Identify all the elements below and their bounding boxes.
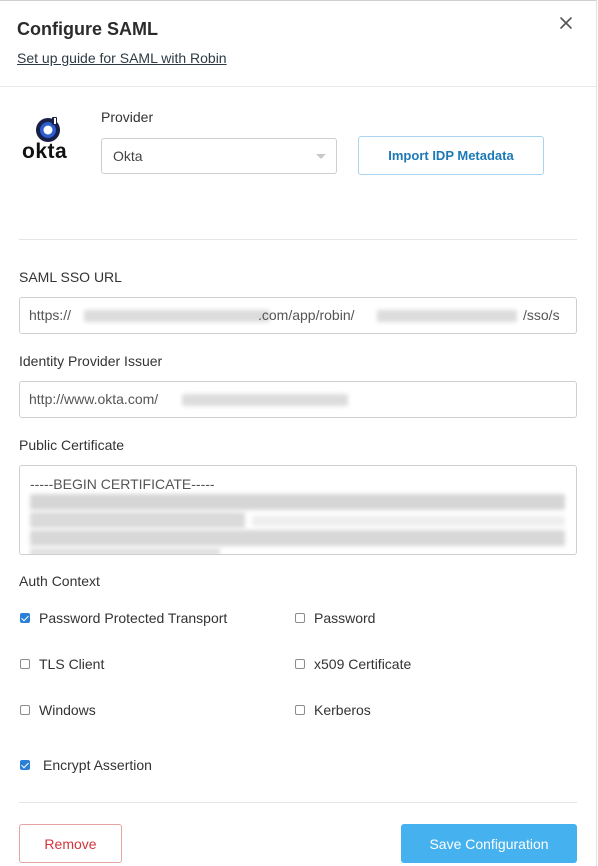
issuer-value: http://www.okta.com/ <box>29 391 159 407</box>
sso-url-suffix: /sso/s <box>523 307 560 323</box>
identity-provider-issuer-input[interactable]: http://www.okta.com/ <box>19 381 577 418</box>
provider-select-value: Okta <box>113 148 143 164</box>
checkbox[interactable] <box>20 760 30 770</box>
okta-logo-text: okta <box>22 140 68 163</box>
identity-provider-issuer-label: Identity Provider Issuer <box>19 353 163 369</box>
okta-logo: okta <box>20 115 80 165</box>
checkbox[interactable] <box>20 659 30 669</box>
checkbox[interactable] <box>295 705 305 715</box>
footer-divider <box>19 802 577 803</box>
checkbox[interactable] <box>295 613 305 623</box>
redacted-text <box>377 310 517 322</box>
checkbox[interactable] <box>20 705 30 715</box>
checkbox-label: Password <box>314 610 376 626</box>
section-divider <box>19 239 577 240</box>
public-certificate-textarea[interactable]: -----BEGIN CERTIFICATE----- <box>19 465 577 555</box>
saml-setup-guide-link[interactable]: Set up guide for SAML with Robin <box>17 50 227 66</box>
modal-header: Configure SAML Set up guide for SAML wit… <box>0 1 596 87</box>
redacted-text <box>182 394 348 406</box>
close-icon[interactable] <box>558 15 574 31</box>
auth-option-windows[interactable]: Windows <box>20 702 96 718</box>
redacted-certificate <box>30 494 565 510</box>
checkbox-label: TLS Client <box>39 656 105 672</box>
encrypt-assertion-checkbox-row[interactable]: Encrypt Assertion <box>20 757 152 773</box>
certificate-first-line: -----BEGIN CERTIFICATE----- <box>30 476 215 492</box>
checkbox[interactable] <box>20 613 30 623</box>
auth-context-label: Auth Context <box>19 573 100 589</box>
encrypt-assertion-label: Encrypt Assertion <box>43 757 152 773</box>
checkbox-label: Kerberos <box>314 702 371 718</box>
checkbox-label: Password Protected Transport <box>39 610 228 626</box>
save-configuration-button[interactable]: Save Configuration <box>401 824 577 863</box>
configure-saml-modal: Configure SAML Set up guide for SAML wit… <box>0 0 597 866</box>
checkbox[interactable] <box>295 659 305 669</box>
chevron-down-icon <box>316 154 326 159</box>
auth-option-kerberos[interactable]: Kerberos <box>295 702 371 718</box>
redacted-certificate <box>30 512 245 528</box>
sso-url-middle: .com/app/robin/ <box>258 307 355 323</box>
remove-button[interactable]: Remove <box>19 824 122 863</box>
auth-option-password-protected-transport[interactable]: Password Protected Transport <box>20 610 227 626</box>
sso-url-prefix: https:// <box>29 307 72 323</box>
redacted-certificate <box>30 530 565 546</box>
checkbox-label: Windows <box>39 702 96 718</box>
checkbox-label: x509 Certificate <box>314 656 412 672</box>
saml-sso-url-input[interactable]: https:// .com/app/robin/ /sso/s <box>19 297 577 334</box>
modal-title: Configure SAML <box>17 19 158 39</box>
redacted-text <box>84 310 270 322</box>
saml-sso-url-label: SAML SSO URL <box>19 269 122 285</box>
auth-option-password[interactable]: Password <box>295 610 375 626</box>
redacted-certificate <box>252 516 565 526</box>
auth-option-x509-certificate[interactable]: x509 Certificate <box>295 656 411 672</box>
auth-option-tls-client[interactable]: TLS Client <box>20 656 104 672</box>
provider-label: Provider <box>101 109 154 125</box>
public-certificate-label: Public Certificate <box>19 437 125 453</box>
import-idp-metadata-button[interactable]: Import IDP Metadata <box>358 136 544 175</box>
provider-select[interactable]: Okta <box>101 138 337 174</box>
redacted-certificate <box>30 548 220 554</box>
